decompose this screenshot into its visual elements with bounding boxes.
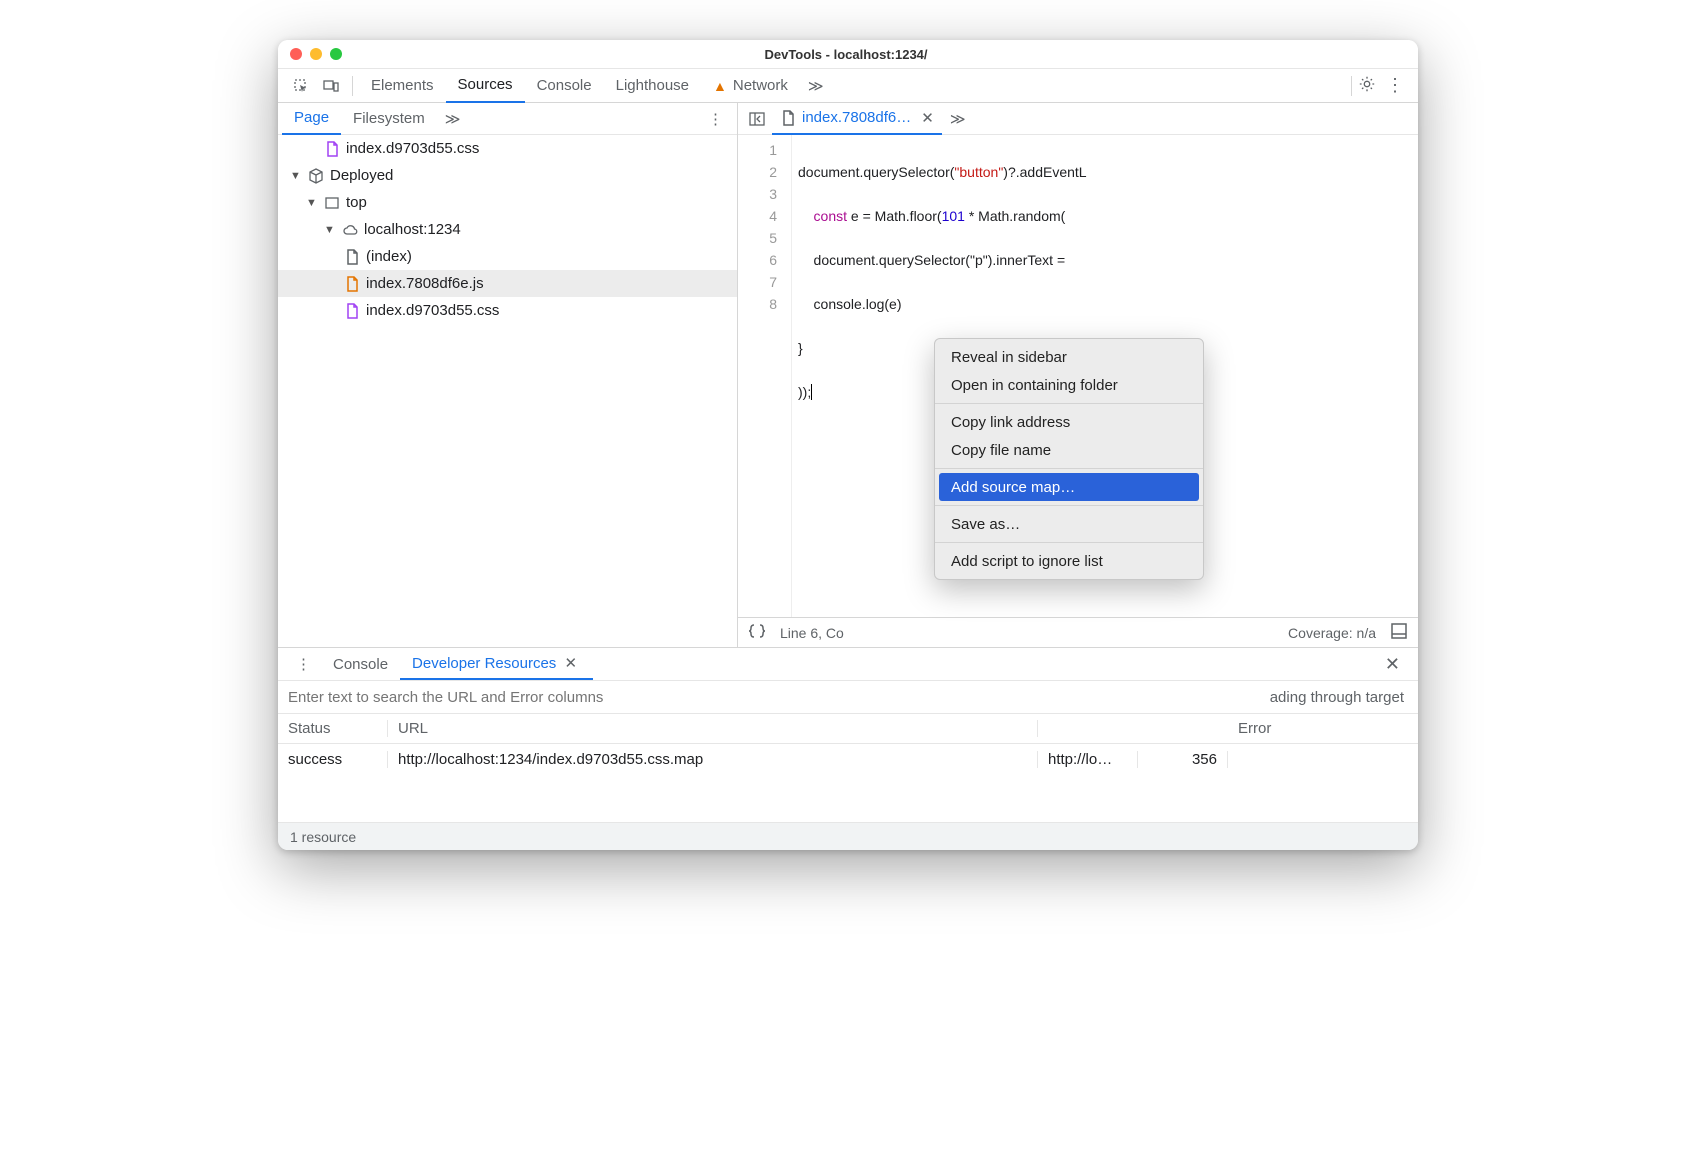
device-toggle-icon[interactable]	[316, 78, 346, 94]
devtools-window: DevTools - localhost:1234/ Elements Sour…	[278, 40, 1418, 850]
tab-network-label: Network	[733, 77, 788, 94]
navigator-more-icon[interactable]: ≫	[437, 110, 469, 128]
window-title: DevTools - localhost:1234/	[342, 47, 1350, 62]
more-file-tabs-icon[interactable]: ≫	[942, 110, 974, 128]
tab-network[interactable]: ▲ Network	[701, 69, 800, 103]
tree-js-label: index.7808df6e.js	[366, 275, 484, 292]
tree-index[interactable]: (index)	[278, 243, 737, 270]
more-tabs-icon[interactable]: ≫	[800, 77, 832, 95]
menu-open-containing-folder[interactable]: Open in containing folder	[935, 371, 1203, 399]
menu-save-as[interactable]: Save as…	[935, 510, 1203, 538]
table-row[interactable]: success http://localhost:1234/index.d970…	[278, 744, 1418, 774]
tree-top-label: top	[346, 194, 367, 211]
menu-reveal-in-sidebar[interactable]: Reveal in sidebar	[935, 343, 1203, 371]
tree-deployed[interactable]: ▼ Deployed	[278, 162, 737, 189]
tree-file-css[interactable]: index.d9703d55.css	[278, 135, 737, 162]
drawer-tab-devresources[interactable]: Developer Resources ✕	[400, 648, 593, 680]
tree-host[interactable]: ▼ localhost:1234	[278, 216, 737, 243]
disclosure-triangle-icon[interactable]: ▼	[306, 197, 318, 209]
tree-js-file[interactable]: index.7808df6e.js	[278, 270, 737, 297]
disclosure-triangle-icon[interactable]: ▼	[324, 224, 336, 236]
devresources-search-input[interactable]	[278, 689, 1256, 706]
file-tab-label: index.7808df6…	[802, 109, 911, 126]
cloud-icon	[342, 222, 358, 238]
cell-size: 356	[1138, 751, 1228, 768]
close-tab-icon[interactable]: ✕	[921, 109, 934, 127]
resource-count: 1 resource	[290, 829, 356, 845]
navigator-kebab-icon[interactable]: ⋮	[698, 110, 733, 128]
context-menu: Reveal in sidebar Open in containing fol…	[934, 338, 1204, 580]
loading-status: ading through target	[1256, 689, 1418, 706]
cursor-position: Line 6, Co	[780, 625, 844, 641]
drawer: ⋮ Console Developer Resources ✕ ✕ ading …	[278, 647, 1418, 850]
disclosure-triangle-icon[interactable]: ▼	[290, 170, 302, 182]
col-error[interactable]: Error	[1228, 720, 1418, 737]
tab-elements[interactable]: Elements	[359, 69, 446, 103]
tree-index-label: (index)	[366, 248, 412, 265]
cell-status: success	[278, 751, 388, 768]
tree-host-label: localhost:1234	[364, 221, 461, 238]
package-icon	[308, 168, 324, 184]
col-status[interactable]: Status	[278, 720, 388, 737]
drawer-footer: 1 resource	[278, 822, 1418, 850]
tree-top[interactable]: ▼ top	[278, 189, 737, 216]
menu-add-to-ignore-list[interactable]: Add script to ignore list	[935, 547, 1203, 575]
frame-icon	[324, 195, 340, 211]
cell-url: http://localhost:1234/index.d9703d55.css…	[388, 751, 1038, 768]
pretty-print-icon[interactable]	[748, 622, 766, 643]
file-tab[interactable]: index.7808df6… ✕	[772, 103, 942, 135]
filesystem-subtab[interactable]: Filesystem	[341, 103, 437, 135]
tree-deployed-label: Deployed	[330, 167, 393, 184]
minimize-window-button[interactable]	[310, 48, 322, 60]
tree-css2-file[interactable]: index.d9703d55.css	[278, 297, 737, 324]
col-url[interactable]: URL	[388, 720, 1038, 737]
menu-copy-link-address[interactable]: Copy link address	[935, 408, 1203, 436]
file-tree: index.d9703d55.css ▼ Deployed ▼ top ▼ lo…	[278, 135, 737, 647]
file-icon	[780, 110, 796, 126]
show-coverage-icon[interactable]	[1390, 622, 1408, 643]
window-controls	[290, 48, 342, 60]
menu-add-source-map[interactable]: Add source map…	[939, 473, 1199, 501]
resources-table: Status URL Error success http://localhos…	[278, 714, 1418, 822]
tab-lighthouse[interactable]: Lighthouse	[604, 69, 701, 103]
drawer-kebab-icon[interactable]: ⋮	[286, 655, 321, 673]
tree-file-label: index.d9703d55.css	[346, 140, 479, 157]
drawer-tab-console[interactable]: Console	[321, 648, 400, 680]
tab-console[interactable]: Console	[525, 69, 604, 103]
cell-initiator: http://lo…	[1038, 751, 1138, 768]
warning-icon: ▲	[713, 78, 727, 94]
close-drawer-icon[interactable]: ✕	[1375, 654, 1410, 675]
line-gutter: 12345678	[738, 135, 792, 617]
inspect-icon[interactable]	[286, 78, 316, 94]
navigator-pane: Page Filesystem ≫ ⋮ index.d9703d55.css ▼…	[278, 103, 738, 647]
menu-copy-file-name[interactable]: Copy file name	[935, 436, 1203, 464]
toggle-navigator-icon[interactable]	[742, 111, 772, 127]
titlebar: DevTools - localhost:1234/	[278, 40, 1418, 69]
kebab-menu-icon[interactable]: ⋮	[1386, 75, 1404, 96]
tab-sources[interactable]: Sources	[446, 69, 525, 103]
drawer-tab-devresources-label: Developer Resources	[412, 655, 556, 672]
close-drawer-tab-icon[interactable]: ✕	[560, 654, 581, 672]
close-window-button[interactable]	[290, 48, 302, 60]
coverage-status: Coverage: n/a	[1288, 625, 1376, 641]
tree-css2-label: index.d9703d55.css	[366, 302, 499, 319]
settings-icon[interactable]	[1358, 75, 1376, 97]
zoom-window-button[interactable]	[330, 48, 342, 60]
page-subtab[interactable]: Page	[282, 103, 341, 135]
main-tabstrip: Elements Sources Console Lighthouse ▲ Net…	[278, 69, 1418, 103]
editor-status-bar: Line 6, Co Coverage: n/a	[738, 617, 1418, 647]
